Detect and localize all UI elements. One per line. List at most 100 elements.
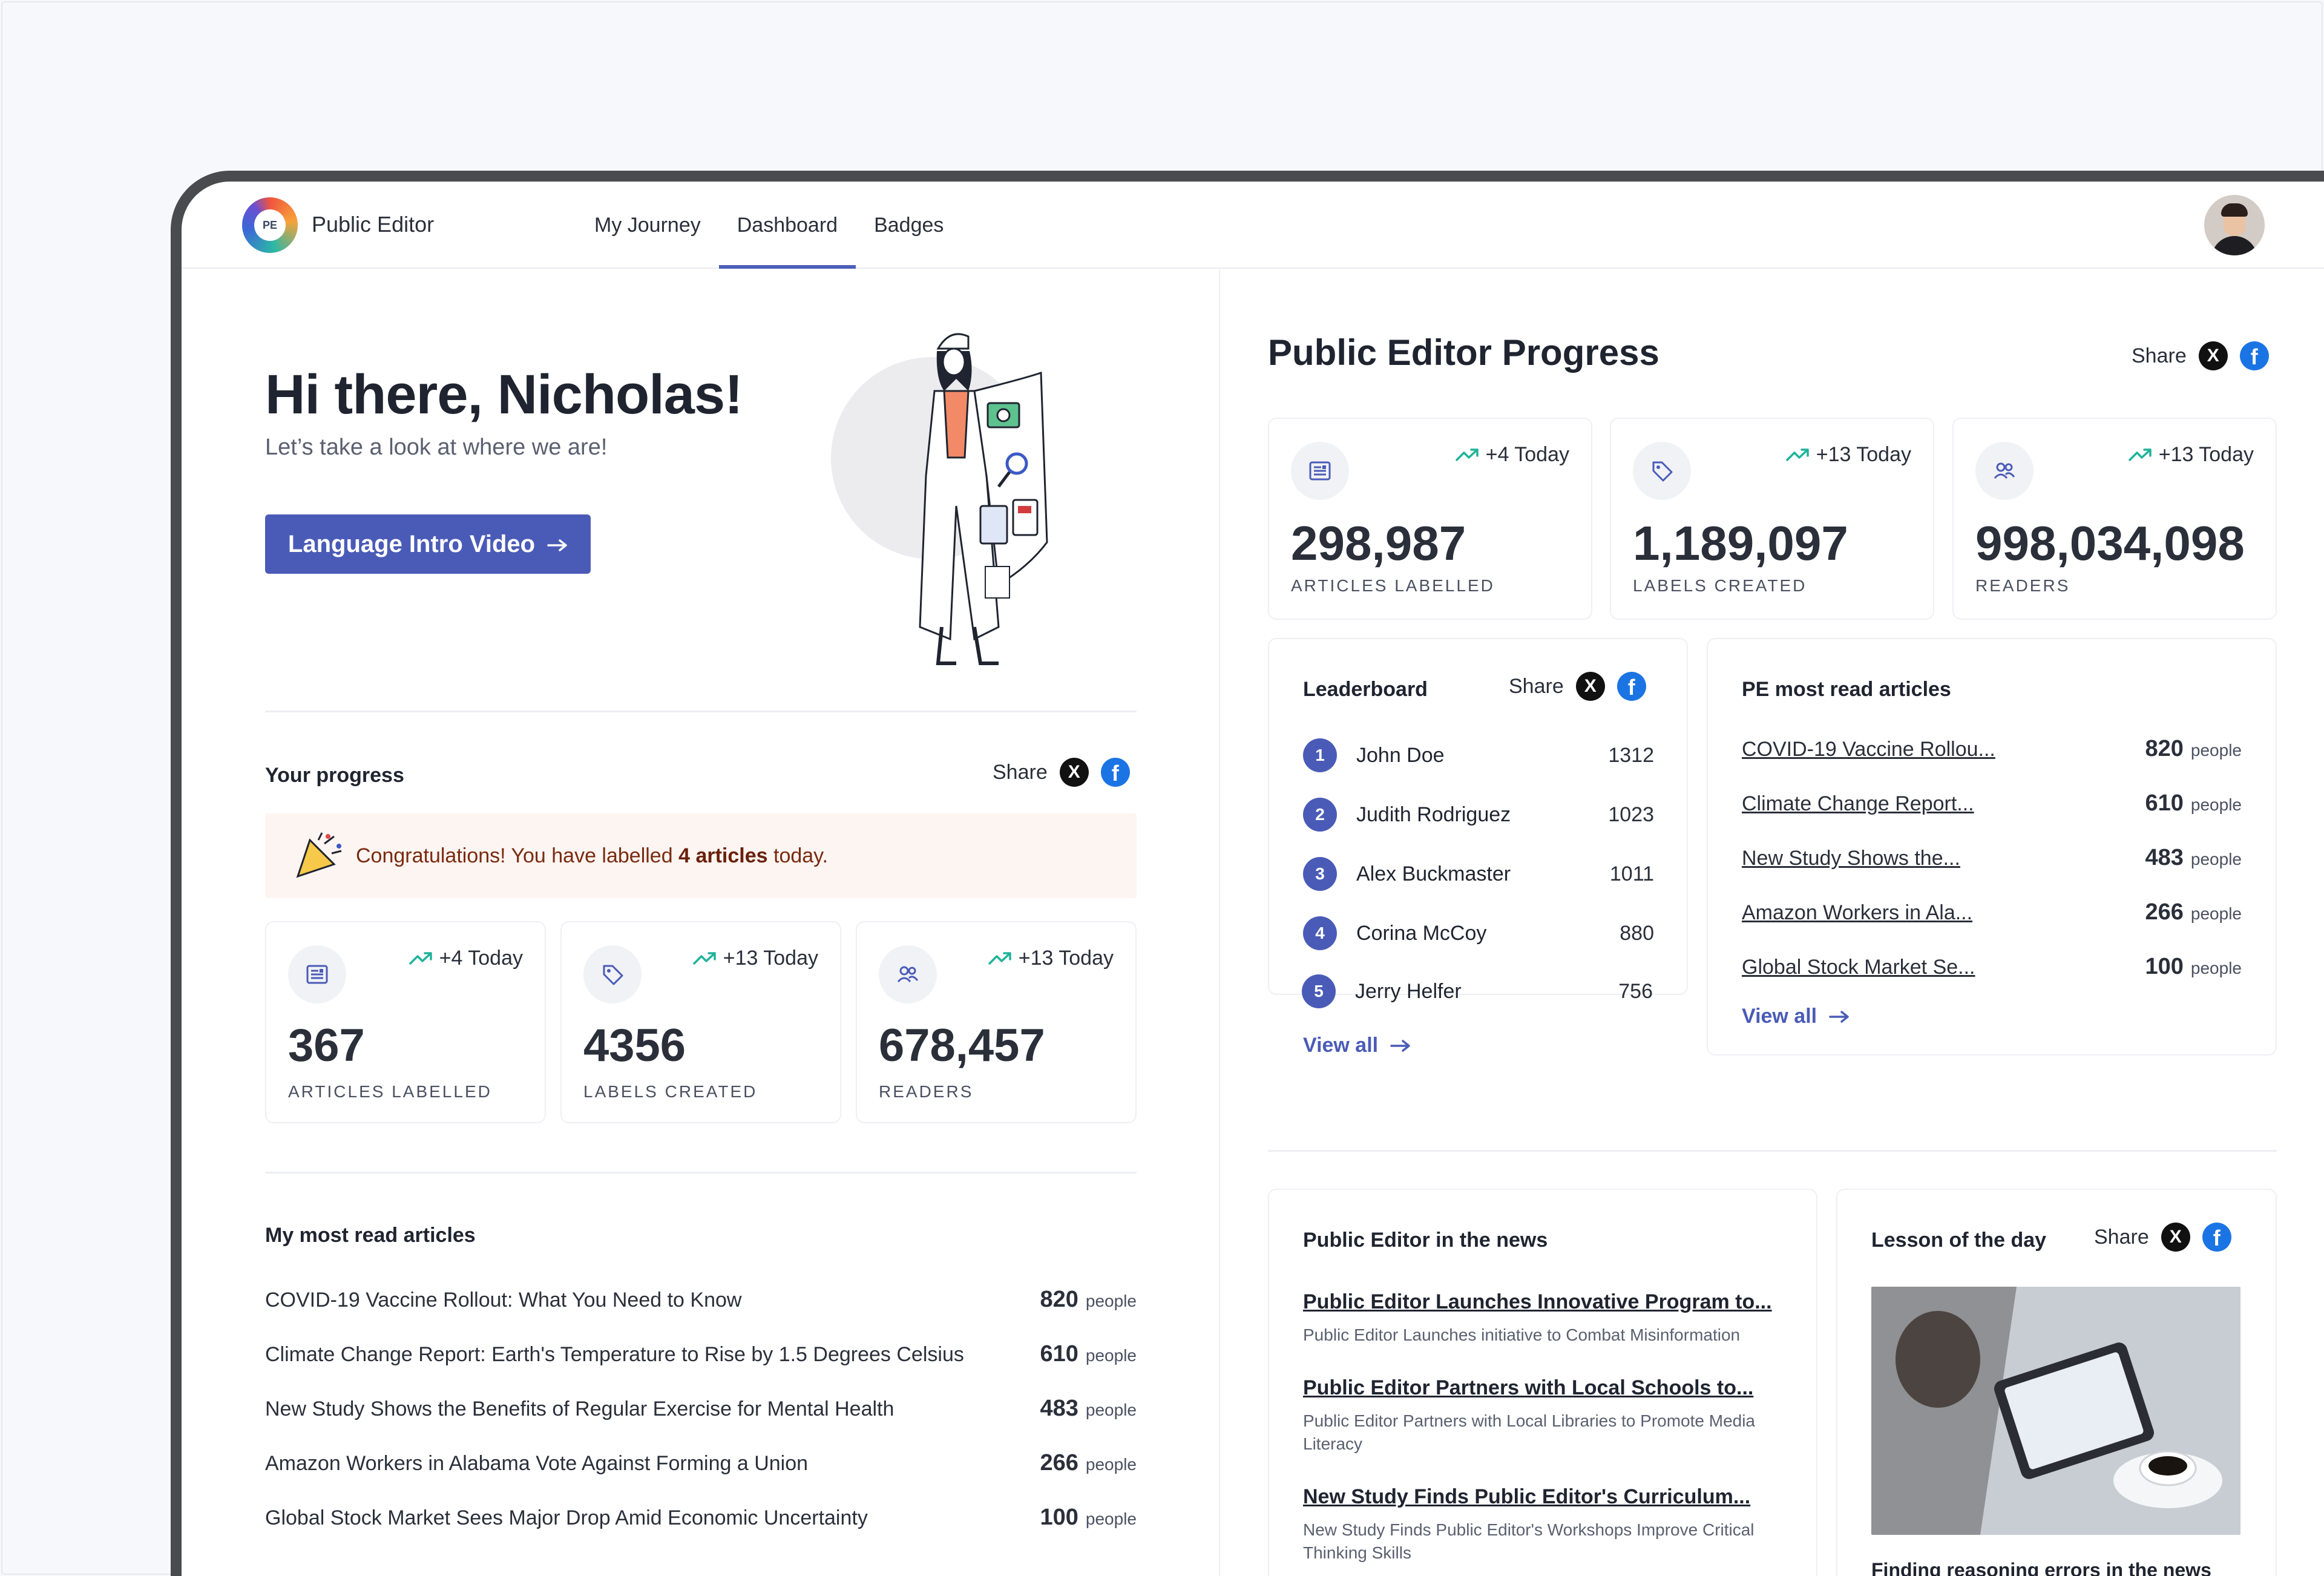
list-item[interactable]: COVID-19 Vaccine Rollout: What You Need … — [265, 1287, 1137, 1313]
news-item[interactable]: Public Editor Partners with Local School… — [1303, 1376, 1799, 1456]
app-screen: PE Public Editor My Journey Dashboard Ba… — [182, 182, 2324, 1576]
stat-value: 678,457 — [879, 1020, 1045, 1071]
arrow-right-icon — [547, 531, 568, 558]
x-twitter-icon[interactable]: X — [1059, 758, 1089, 787]
leaderboard-row[interactable]: 1 John Doe 1312 — [1303, 737, 1654, 773]
leader-name: Corina McCoy — [1356, 921, 1487, 945]
leader-score: 756 — [1618, 979, 1653, 1003]
lesson-image[interactable] — [1871, 1287, 2240, 1535]
section-divider — [1268, 1150, 2277, 1152]
facebook-icon[interactable]: f — [1100, 758, 1130, 787]
facebook-icon[interactable]: f — [1617, 672, 1646, 701]
users-icon — [879, 945, 937, 1003]
news-title: Public Editor in the news — [1303, 1229, 1548, 1252]
main-nav: My Journey Dashboard Badges — [576, 182, 962, 269]
your-progress-title: Your progress — [265, 764, 404, 787]
trend-indicator: +13 Today — [2129, 443, 2254, 467]
leaderboard-view-all-link[interactable]: View all — [1303, 1034, 1411, 1057]
list-item[interactable]: Climate Change Report... 610 people — [1742, 790, 2242, 816]
trend-up-icon — [1455, 448, 1479, 461]
congrats-message: Congratulations! You have labelled 4 art… — [356, 844, 829, 867]
leader-score: 1023 — [1608, 803, 1654, 826]
share-label: Share — [1509, 674, 1564, 698]
stat-value: 1,189,097 — [1633, 516, 1848, 570]
tag-icon — [583, 945, 642, 1003]
stat-card-readers: +13 Today 678,457 READERS — [856, 921, 1137, 1123]
list-item[interactable]: Amazon Workers in Ala... 266 people — [1742, 899, 2242, 925]
language-intro-video-label: Language Intro Video — [287, 530, 536, 557]
section-divider — [265, 1172, 1137, 1174]
list-item[interactable]: Amazon Workers in Alabama Vote Against F… — [265, 1450, 1137, 1476]
rank-badge: 4 — [1303, 916, 1337, 950]
trend-up-icon — [693, 951, 716, 965]
lesson-caption[interactable]: Finding reasoning errors in the news — [1871, 1559, 2211, 1576]
leaderboard-card: Leaderboard Share X f 1 John Doe 1312 2 … — [1268, 638, 1688, 995]
public-editor-logo[interactable]: PE — [242, 197, 298, 253]
leaderboard-row[interactable]: 3 Alex Buckmaster 1011 — [1303, 856, 1654, 892]
greeting-title: Hi there, Nicholas! — [265, 364, 743, 425]
stat-card-articles: +4 Today 367 ARTICLES LABELLED — [265, 921, 546, 1123]
leader-name: Judith Rodriguez — [1356, 803, 1511, 826]
pe-progress-share: Share X f — [2132, 341, 2269, 370]
lesson-card: Lesson of the day Share X f Finding reas… — [1836, 1189, 2277, 1576]
stat-value: 998,034,098 — [1975, 516, 2245, 570]
leader-name: John Doe — [1356, 743, 1445, 767]
x-twitter-icon[interactable]: X — [2198, 341, 2228, 370]
logo-text: PE — [254, 209, 286, 241]
stat-label: ARTICLES LABELLED — [1291, 576, 1495, 595]
arrow-right-icon — [1390, 1039, 1410, 1052]
leaderboard-row[interactable]: 2 Judith Rodriguez 1023 — [1303, 796, 1654, 833]
stat-value: 367 — [288, 1020, 365, 1071]
tag-icon — [1633, 442, 1691, 500]
list-item[interactable]: Climate Change Report: Earth's Temperatu… — [265, 1341, 1137, 1367]
stat-label: LABELS CREATED — [583, 1082, 758, 1101]
my-most-read-title: My most read articles — [265, 1224, 476, 1247]
news-item[interactable]: New Study Finds Public Editor's Curricul… — [1303, 1485, 1799, 1565]
rank-badge: 1 — [1303, 738, 1337, 772]
column-divider — [1219, 270, 1220, 1576]
party-popper-icon — [292, 828, 346, 882]
news-item[interactable]: Public Editor Launches Innovative Progra… — [1303, 1290, 1799, 1347]
rank-badge: 5 — [1302, 974, 1336, 1008]
trend-indicator: +13 Today — [988, 947, 1114, 970]
leaderboard-row[interactable]: 5 Jerry Helfer 756 — [1302, 973, 1653, 1010]
pe-stat-card-articles: +4 Today 298,987 ARTICLES LABELLED — [1268, 418, 1592, 620]
brand-name[interactable]: Public Editor — [312, 212, 434, 237]
nav-badges[interactable]: Badges — [856, 182, 962, 269]
list-item[interactable]: Global Stock Market Sees Major Drop Amid… — [265, 1505, 1137, 1531]
share-label: Share — [2132, 344, 2187, 367]
share-label: Share — [993, 760, 1048, 784]
nav-my-journey[interactable]: My Journey — [576, 182, 719, 269]
editor-illustration — [884, 324, 1065, 675]
facebook-icon[interactable]: f — [2202, 1223, 2231, 1252]
x-twitter-icon[interactable]: X — [2161, 1223, 2190, 1252]
pe-most-read-title: PE most read articles — [1742, 678, 1951, 701]
top-navigation-bar: PE Public Editor My Journey Dashboard Ba… — [182, 182, 2324, 269]
facebook-icon[interactable]: f — [2239, 341, 2269, 370]
list-item[interactable]: Global Stock Market Se... 100 people — [1742, 954, 2242, 980]
list-item[interactable]: COVID-19 Vaccine Rollou... 820 people — [1742, 736, 2242, 762]
leader-score: 1312 — [1608, 743, 1654, 767]
stat-label: LABELS CREATED — [1633, 576, 1807, 595]
stat-label: READERS — [1975, 576, 2070, 595]
leader-score: 1011 — [1609, 862, 1654, 885]
pe-most-read-card: PE most read articles COVID-19 Vaccine R… — [1707, 638, 2277, 1056]
pe-most-read-view-all-link[interactable]: View all — [1742, 1005, 1850, 1028]
x-twitter-icon[interactable]: X — [1575, 672, 1605, 701]
language-intro-video-button[interactable]: Language Intro Video — [265, 514, 591, 574]
list-item[interactable]: New Study Shows the... 483 people — [1742, 845, 2242, 871]
trend-up-icon — [1786, 448, 1809, 461]
list-item[interactable]: New Study Shows the Benefits of Regular … — [265, 1396, 1137, 1422]
nav-dashboard[interactable]: Dashboard — [718, 182, 856, 269]
news-card: Public Editor in the news Public Editor … — [1268, 1189, 1817, 1576]
congrats-banner: Congratulations! You have labelled 4 art… — [265, 813, 1137, 898]
lesson-title: Lesson of the day — [1871, 1229, 2047, 1252]
stat-value: 298,987 — [1291, 516, 1466, 570]
stat-card-labels: +13 Today 4356 LABELS CREATED — [560, 921, 841, 1123]
newspaper-icon — [1291, 442, 1349, 500]
user-avatar[interactable] — [2204, 195, 2265, 255]
pe-stat-card-labels: +13 Today 1,189,097 LABELS CREATED — [1610, 418, 1934, 620]
trend-indicator: +4 Today — [1455, 443, 1569, 467]
leaderboard-row[interactable]: 4 Corina McCoy 880 — [1303, 915, 1654, 951]
leader-name: Jerry Helfer — [1355, 979, 1462, 1003]
